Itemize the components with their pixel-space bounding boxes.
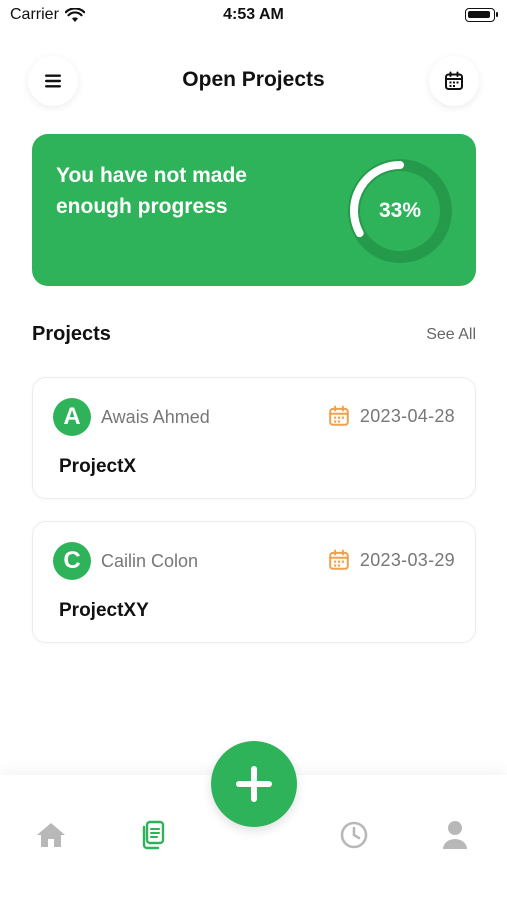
project-owner: Awais Ahmed (101, 407, 210, 427)
calendar-icon (329, 549, 349, 570)
project-date: 2023-03-29 (359, 549, 455, 570)
progress-percent: 33% (378, 199, 422, 222)
projects-section-title: Projects (32, 323, 111, 345)
calendar-button[interactable] (429, 56, 479, 106)
nav-profile[interactable] (438, 818, 472, 852)
top-header: Open Projects (0, 52, 507, 108)
documents-icon (142, 820, 165, 850)
progress-message: You have not made enough progress (56, 164, 247, 218)
project-name: ProjectX (59, 456, 137, 477)
project-date-group: 2023-03-29 (328, 549, 455, 571)
nav-history[interactable] (337, 818, 371, 852)
add-project-button[interactable] (211, 741, 297, 827)
user-icon (443, 821, 467, 849)
project-date-group: 2023-04-28 (328, 405, 455, 427)
nav-home[interactable] (34, 818, 68, 852)
project-name: ProjectXY (59, 600, 149, 621)
status-time: 4:53 AM (223, 6, 284, 23)
avatar: C (53, 542, 91, 580)
project-card[interactable]: C Cailin Colon 2023-03-29 ProjectXY (32, 521, 476, 643)
home-icon (37, 823, 65, 847)
project-date: 2023-04-28 (359, 405, 455, 426)
clock-icon (340, 821, 368, 849)
status-bar: Carrier 4:53 AM (0, 0, 507, 30)
calendar-icon (329, 405, 349, 426)
app-screen: Carrier 4:53 AM Open Projects You have n… (0, 0, 507, 900)
project-card[interactable]: A Awais Ahmed 2023-04-28 ProjectX (32, 377, 476, 499)
progress-card: You have not made enough progress 33% (32, 134, 476, 286)
nav-projects[interactable] (135, 818, 169, 852)
calendar-icon (445, 71, 463, 90)
project-owner: Cailin Colon (101, 551, 199, 571)
see-all-link[interactable]: See All (426, 326, 476, 344)
battery-icon (465, 8, 498, 22)
plus-icon (236, 766, 272, 802)
avatar: A (53, 398, 91, 436)
